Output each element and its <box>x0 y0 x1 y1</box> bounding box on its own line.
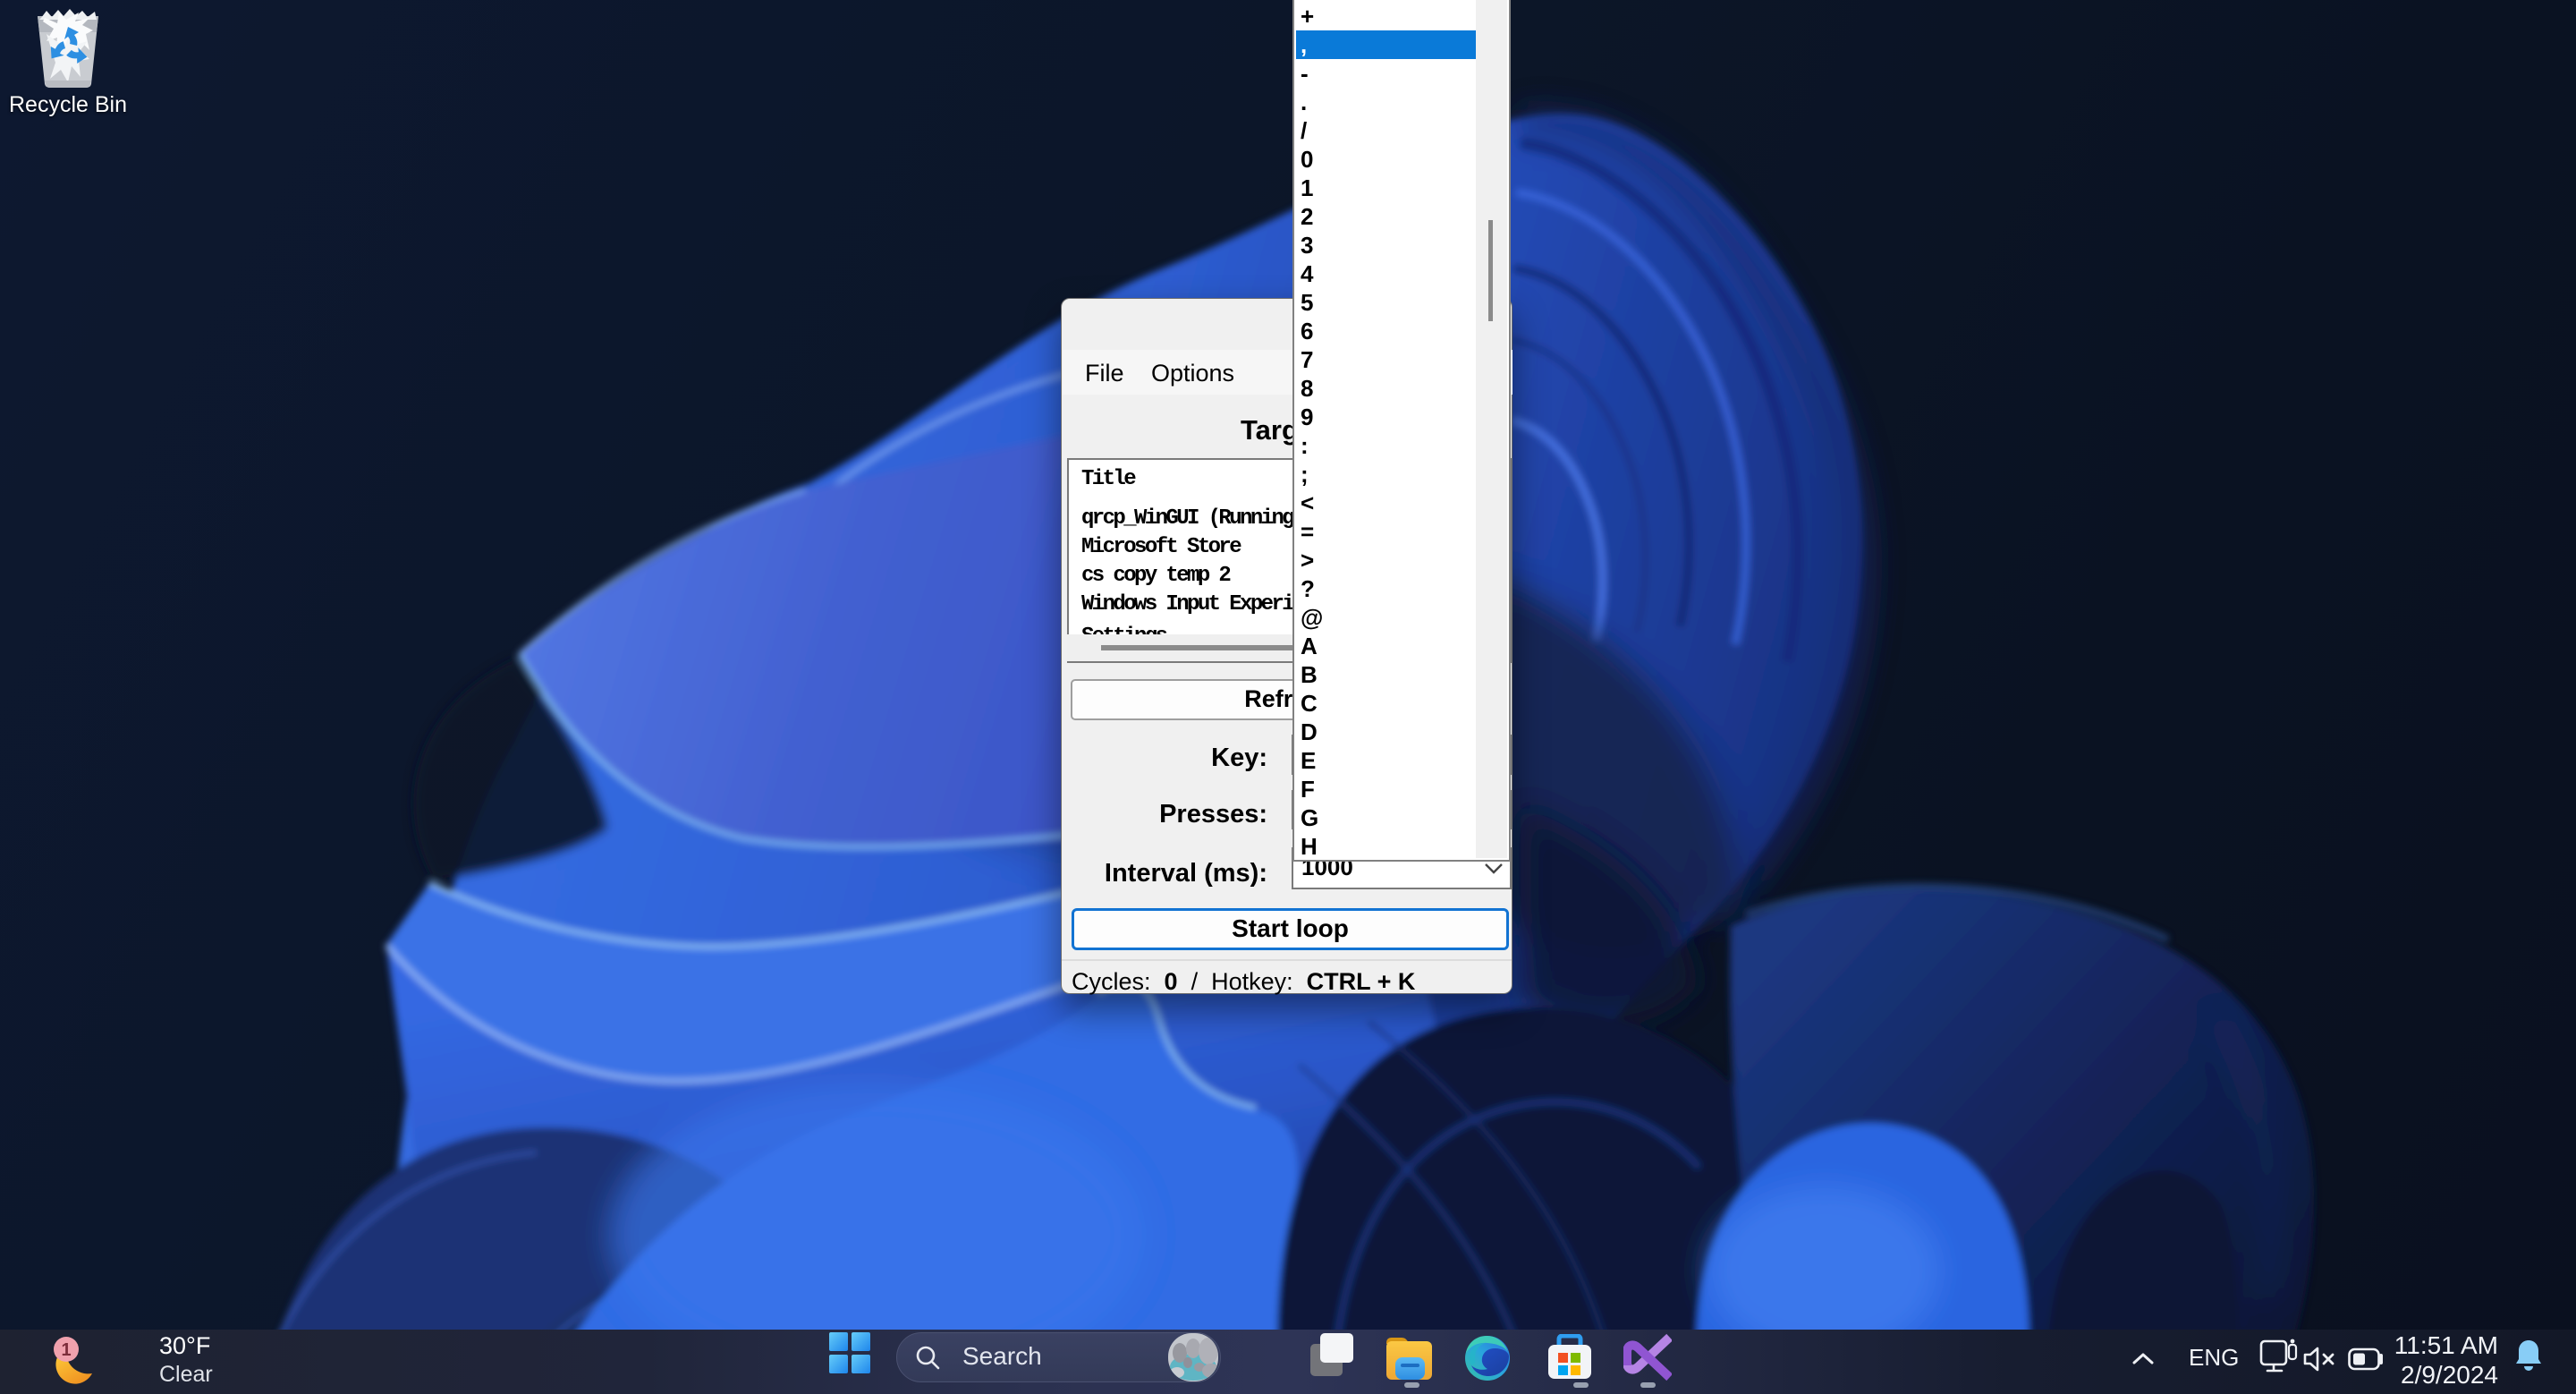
svg-text:1: 1 <box>61 1340 71 1360</box>
